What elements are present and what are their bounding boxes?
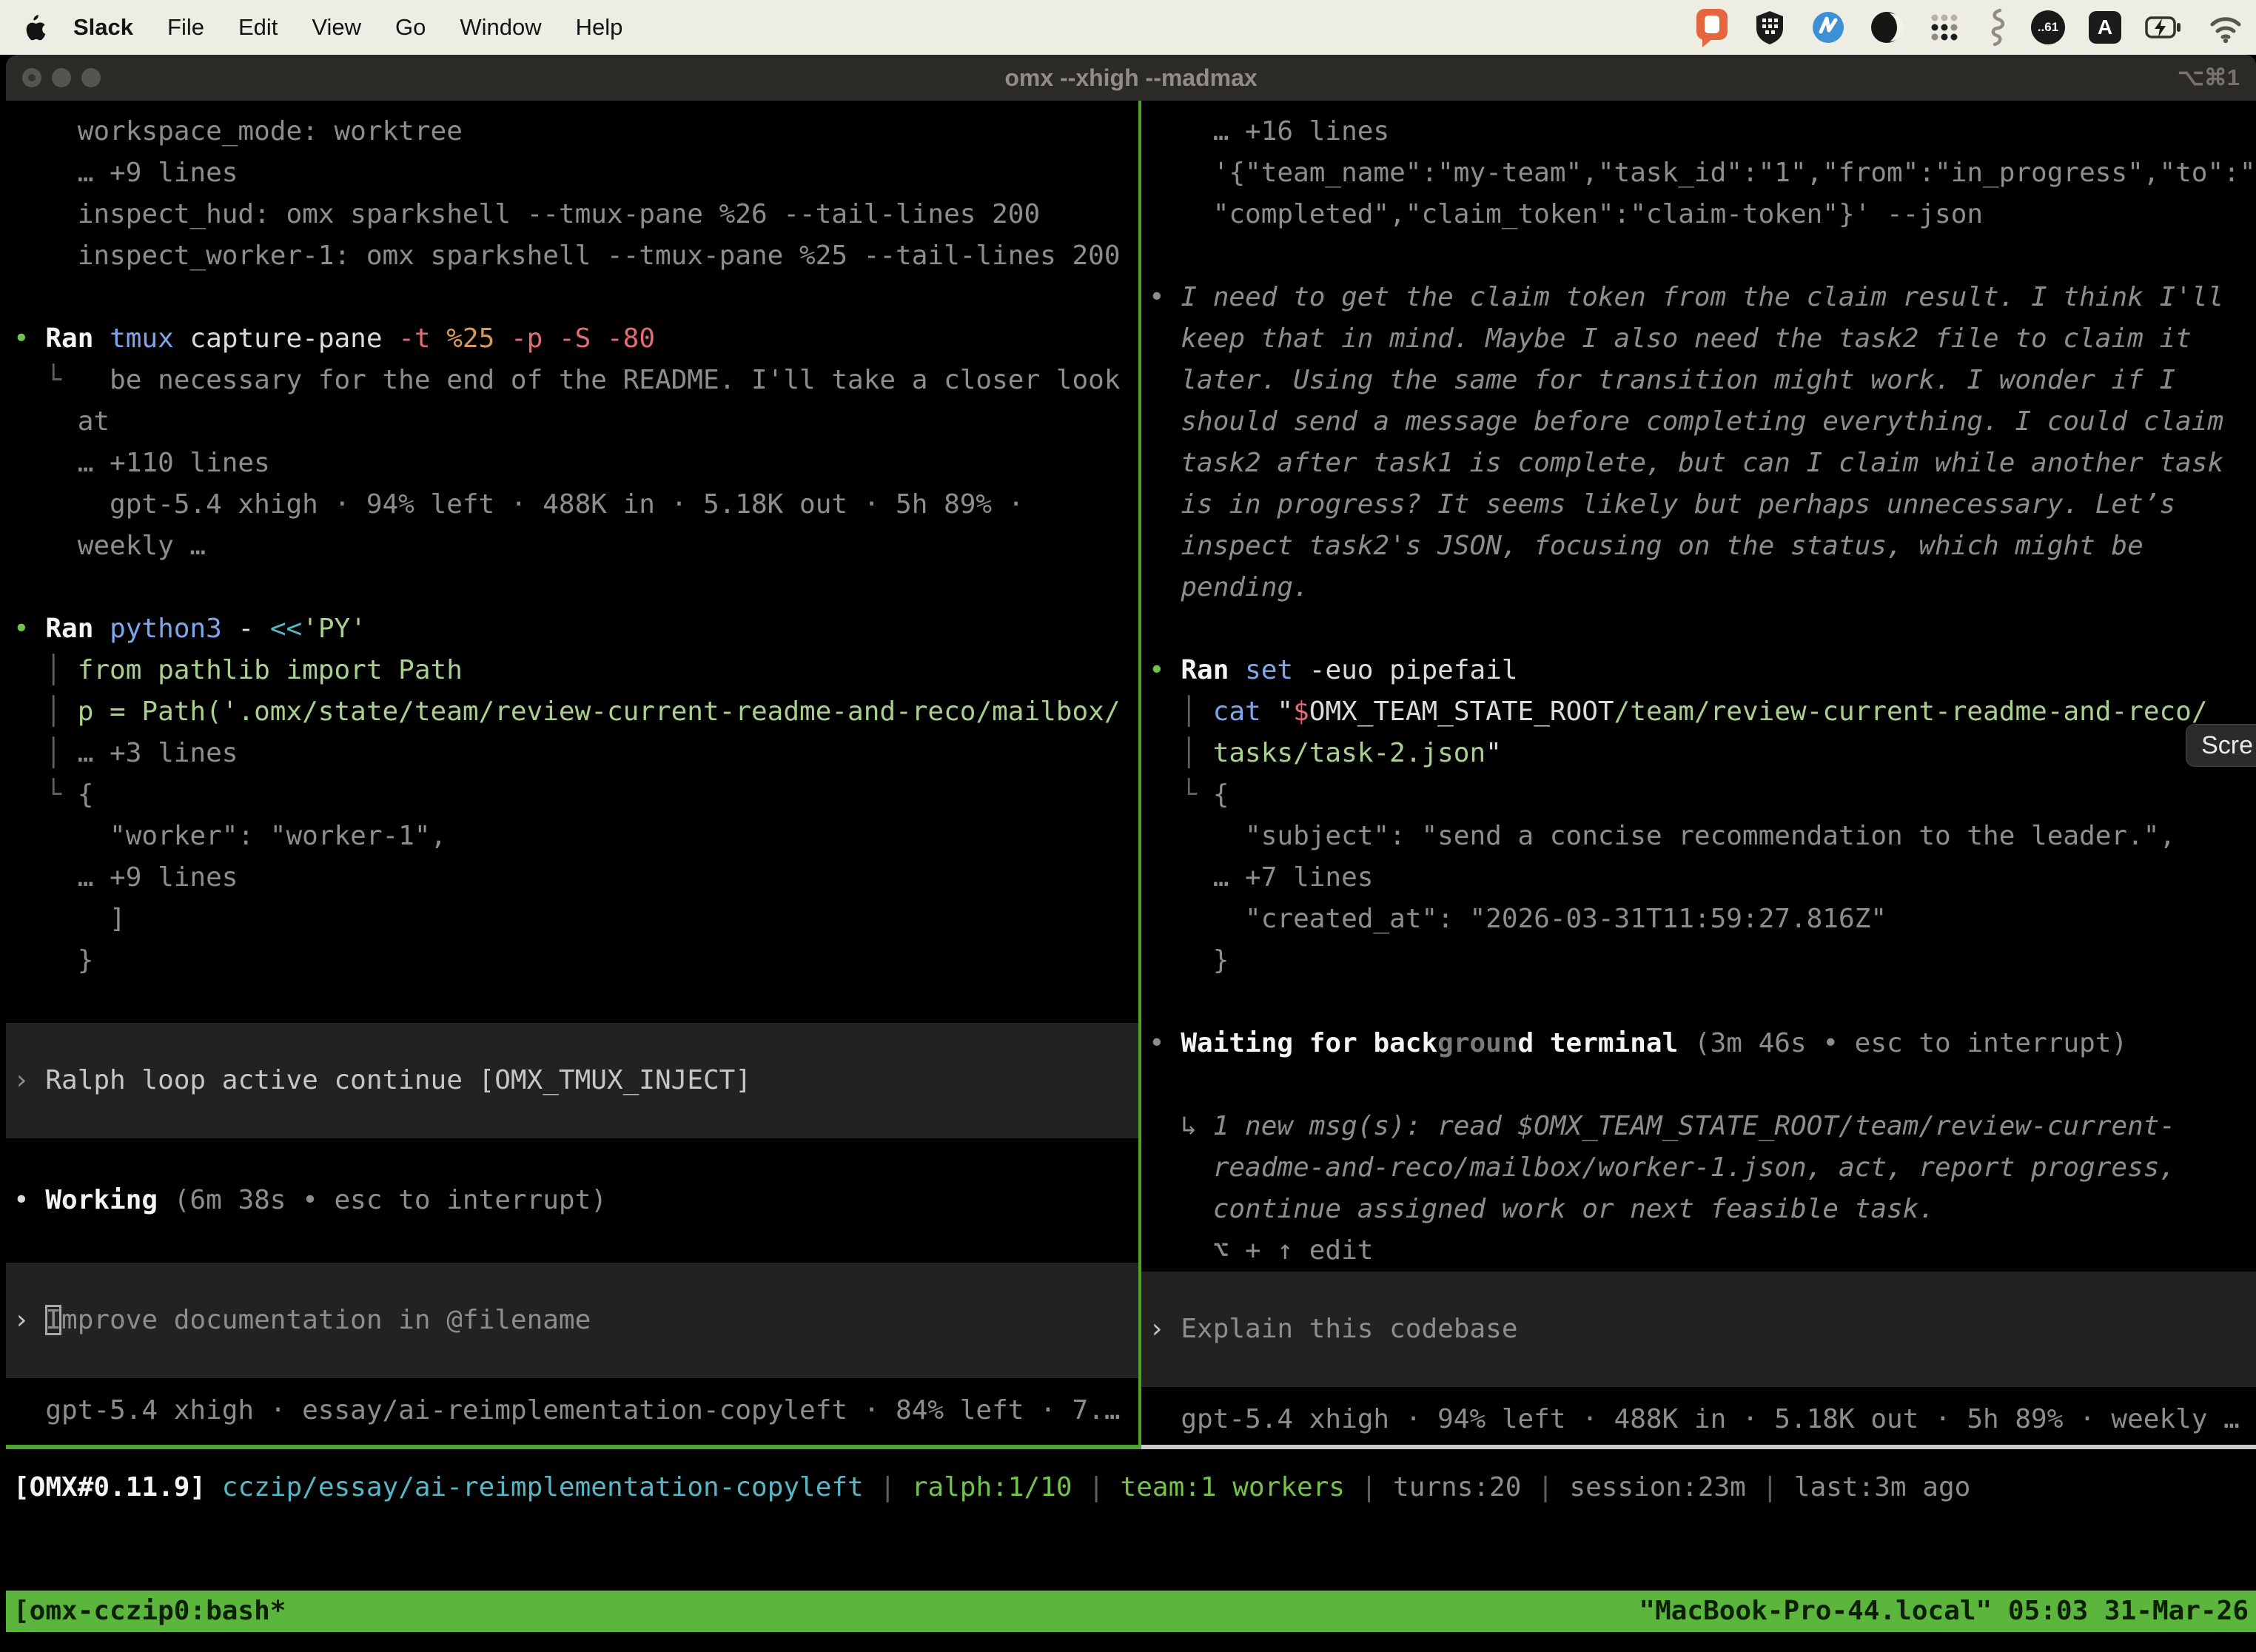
terminal-line: ⌥ + ↑ edit — [1149, 1230, 2256, 1272]
terminal-line: inspect_hud: omx sparkshell --tmux-pane … — [13, 194, 1138, 235]
tmux-host-time: "MacBook-Pro-44.local" 05:03 31-Mar-26 — [1639, 1591, 2249, 1632]
pane-bottom-border — [6, 1445, 2256, 1449]
terminal-line: "subject": "send a concise recommendatio… — [1149, 816, 2256, 857]
terminal-line: ↳ 1 new msg(s): read $OMX_TEAM_STATE_ROO… — [1149, 1106, 2256, 1147]
terminal-line: │ cat "$OMX_TEAM_STATE_ROOT/team/review-… — [1149, 691, 2256, 733]
terminal-line: "completed","claim_token":"claim-token"}… — [1149, 194, 2256, 235]
terminal-line: • I need to get the claim token from the… — [1149, 277, 2256, 318]
window-title: omx --xhigh --madmax — [6, 64, 2256, 92]
chat-icon[interactable] — [1695, 7, 1729, 47]
terminal-line: … +9 lines — [13, 857, 1138, 899]
terminal-line: } — [1149, 940, 2256, 981]
wifi-icon[interactable] — [2207, 11, 2244, 44]
pane-status-line: gpt-5.4 xhigh · essay/ai-reimplementatio… — [13, 1390, 1138, 1431]
menu-item-window[interactable]: Window — [443, 14, 558, 40]
terminal-line: • Waiting for background terminal (3m 46… — [1149, 1023, 2256, 1064]
input-band[interactable]: › Explain this codebase — [1141, 1272, 2256, 1387]
terminal-line: ] — [13, 899, 1138, 940]
menu-item-help[interactable]: Help — [559, 14, 640, 40]
terminal-line: • Working (6m 38s • esc to interrupt) — [13, 1180, 1138, 1221]
terminal-line: … +110 lines — [13, 443, 1138, 484]
terminal-line: inspect task2's JSON, focusing on the st… — [1149, 526, 2256, 567]
terminal-window: omx --xhigh --madmax ⌥⌘1 workspace_mode:… — [6, 55, 2256, 1652]
active-pane-border — [6, 1445, 1141, 1449]
terminal-line: … +9 lines — [13, 152, 1138, 194]
terminal-line: › Explain this codebase — [1149, 1309, 2256, 1350]
menu-item-edit[interactable]: Edit — [221, 14, 295, 40]
blank-line — [13, 1221, 1138, 1263]
menu-item-slack[interactable]: Slack — [56, 14, 150, 40]
shield-grid-icon[interactable] — [1753, 10, 1787, 45]
menu-item-go[interactable]: Go — [378, 14, 443, 40]
blank-line — [13, 277, 1138, 318]
terminal-line: "worker": "worker-1", — [13, 816, 1138, 857]
terminal-line: • Ran python3 - <<'PY' — [13, 608, 1138, 650]
menu-item-view[interactable]: View — [295, 14, 378, 40]
verified-badge-icon[interactable] — [1810, 10, 1846, 45]
terminal-line: › Ralph loop active continue [OMX_TMUX_I… — [13, 1060, 1138, 1101]
moon-circle-icon[interactable] — [1870, 10, 1904, 44]
input-source-icon[interactable]: A — [2089, 11, 2121, 44]
window-shortcut-hint: ⌥⌘1 — [2178, 64, 2240, 91]
right-pane[interactable]: … +16 lines '{"team_name":"my-team","tas… — [1141, 101, 2256, 1445]
terminal-line: task2 after task1 is complete, but can I… — [1149, 443, 2256, 484]
menu-left: SlackFileEditViewGoWindowHelp — [0, 13, 639, 41]
tmux-status-bar: [omx-cczip0:bash* "MacBook-Pro-44.local"… — [6, 1591, 2256, 1632]
terminal-line: inspect_worker-1: omx sparkshell --tmux-… — [13, 235, 1138, 277]
terminal-line: └ be necessary for the end of the README… — [13, 360, 1138, 401]
app-menus: SlackFileEditViewGoWindowHelp — [56, 14, 639, 41]
battery-charging-icon[interactable] — [2145, 10, 2183, 44]
terminal-line: └ { — [1149, 774, 2256, 816]
input-band[interactable]: › Improve documentation in @filename — [6, 1263, 1138, 1378]
terminal-line: workspace_mode: worktree — [13, 111, 1138, 152]
terminal-line: } — [13, 940, 1138, 981]
battery-percent-icon[interactable]: ..61 — [2031, 10, 2065, 44]
tmux-session-label: [omx-cczip0:bash* — [13, 1591, 286, 1632]
terminal-line: "created_at": "2026-03-31T11:59:27.816Z" — [1149, 899, 2256, 940]
omx-status-row: [OMX#0.11.9] cczip/essay/ai-reimplementa… — [13, 1467, 2256, 1508]
dots-grid-icon[interactable] — [1927, 10, 1961, 44]
terminal-line: continue assigned work or next feasible … — [1149, 1189, 2256, 1230]
terminal-line: • Ran set -euo pipefail — [1149, 650, 2256, 691]
terminal-line: readme-and-reco/mailbox/worker-1.json, a… — [1149, 1147, 2256, 1189]
window-titlebar[interactable]: omx --xhigh --madmax ⌥⌘1 — [6, 55, 2256, 101]
apple-menu-icon[interactable] — [22, 13, 46, 41]
terminal-line: … +16 lines — [1149, 111, 2256, 152]
inactive-pane-border — [1141, 1445, 2256, 1449]
omx-status-line: [OMX#0.11.9] cczip/essay/ai-reimplementa… — [6, 1449, 2256, 1591]
blank-line — [1149, 1064, 2256, 1106]
terminal-line: at — [13, 401, 1138, 443]
terminal-line: │ from pathlib import Path — [13, 650, 1138, 691]
terminal-line: • Ran tmux capture-pane -t %25 -p -S -80 — [13, 318, 1138, 360]
terminal-line: '{"team_name":"my-team","task_id":"1","f… — [1149, 152, 2256, 194]
menu-status-icons: ..61 A — [1695, 7, 2256, 47]
blank-line — [13, 567, 1138, 608]
input-band[interactable]: › Ralph loop active continue [OMX_TMUX_I… — [6, 1023, 1138, 1138]
terminal-line: │ p = Path('.omx/state/team/review-curre… — [13, 691, 1138, 733]
terminal-line: is in progress? It seems likely but perh… — [1149, 484, 2256, 526]
menu-item-file[interactable]: File — [150, 14, 221, 40]
terminal-line: … +7 lines — [1149, 857, 2256, 899]
terminal-line: later. Using the same for transition mig… — [1149, 360, 2256, 401]
terminal-area: workspace_mode: worktree … +9 lines insp… — [6, 101, 2256, 1652]
terminal-line: › Improve documentation in @filename — [13, 1300, 1138, 1341]
blank-line — [13, 981, 1138, 1023]
blank-line — [1149, 608, 2256, 650]
terminal-line: weekly … — [13, 526, 1138, 567]
terminal-line: should send a message before completing … — [1149, 401, 2256, 443]
menu-bar: SlackFileEditViewGoWindowHelp — [0, 0, 2256, 55]
terminal-line: pending. — [1149, 567, 2256, 608]
left-pane[interactable]: workspace_mode: worktree … +9 lines insp… — [6, 101, 1138, 1445]
terminal-line: gpt-5.4 xhigh · 94% left · 488K in · 5.1… — [13, 484, 1138, 526]
pane-status-line: gpt-5.4 xhigh · 94% left · 488K in · 5.1… — [1149, 1399, 2256, 1440]
terminal-line: │ … +3 lines — [13, 733, 1138, 774]
squiggle-icon[interactable] — [1985, 8, 2007, 47]
blank-line — [1149, 235, 2256, 277]
terminal-line: └ { — [13, 774, 1138, 816]
screen-tooltip: Scre — [2186, 724, 2256, 767]
terminal-line: │ tasks/task-2.json" — [1149, 733, 2256, 774]
blank-line — [1149, 981, 2256, 1023]
terminal-line: keep that in mind. Maybe I also need the… — [1149, 318, 2256, 360]
blank-line — [13, 1138, 1138, 1180]
